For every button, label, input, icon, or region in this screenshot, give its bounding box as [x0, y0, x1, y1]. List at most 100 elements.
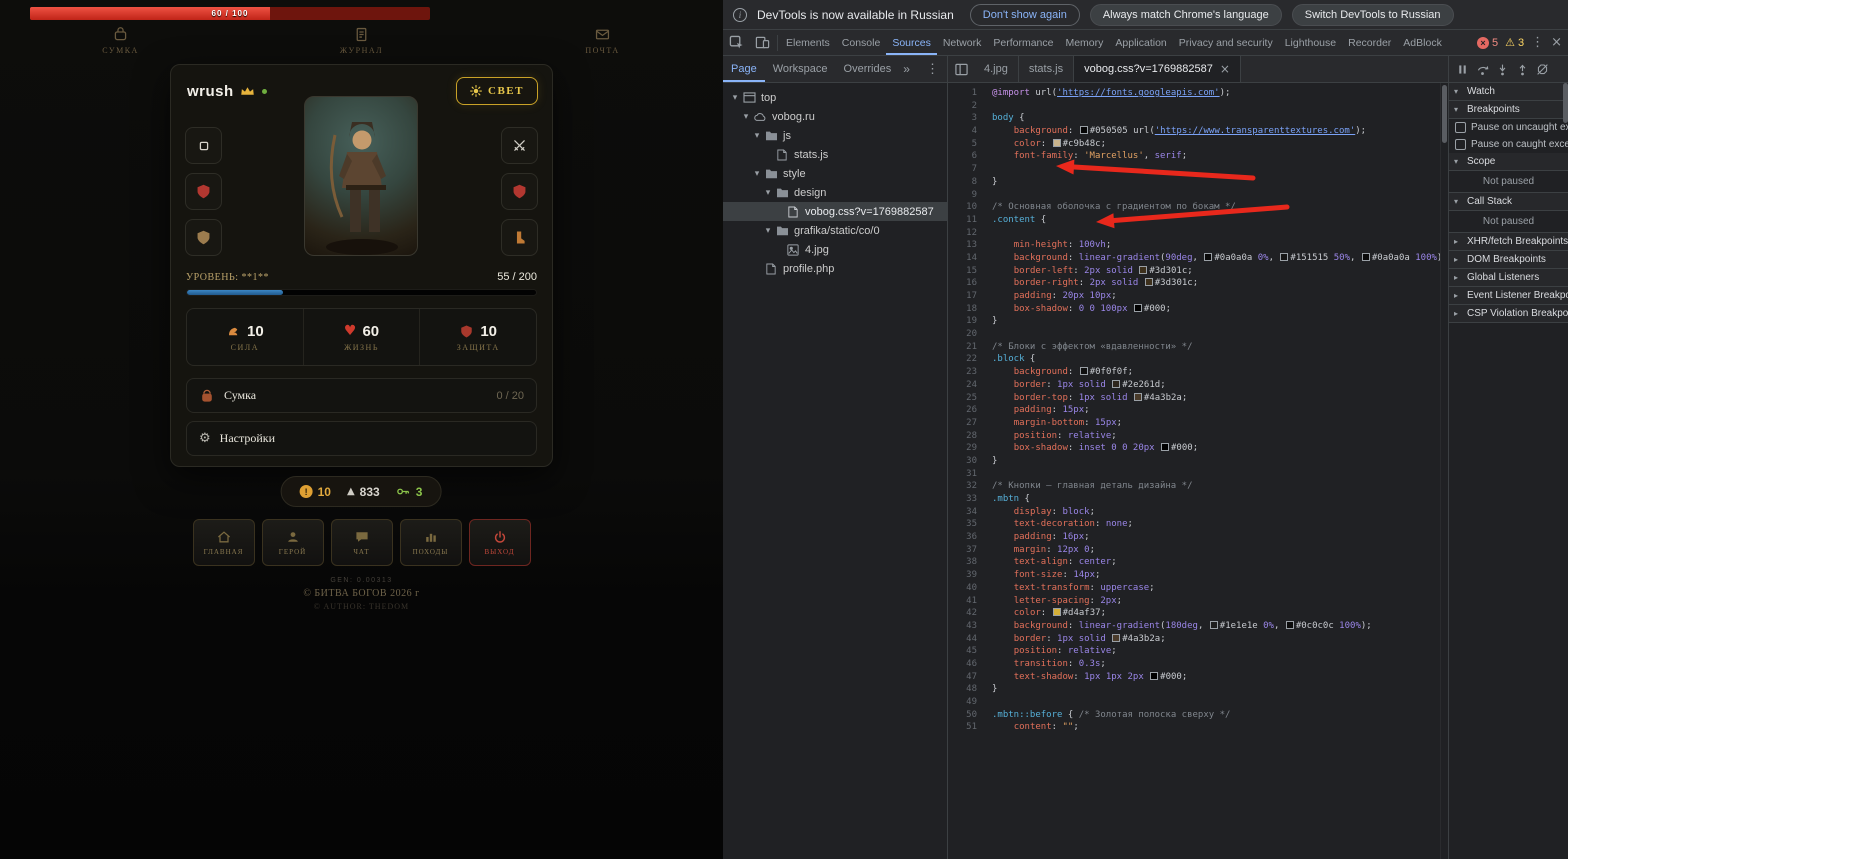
slot-armor[interactable] [501, 173, 538, 210]
theme-toggle-button[interactable]: СВЕТ [456, 77, 538, 105]
tab-lighthouse[interactable]: Lighthouse [1279, 30, 1342, 55]
online-status-dot [262, 89, 267, 94]
equipment-slots-right [501, 127, 538, 256]
tab-performance[interactable]: Performance [987, 30, 1059, 55]
tab-adblock[interactable]: AdBlock [1397, 30, 1448, 55]
tab-overrides[interactable]: Overrides [836, 56, 900, 82]
close-tab-icon[interactable]: × [1220, 62, 1230, 76]
file-tab-vobog-css[interactable]: vobog.css?v=1769882587 × [1074, 56, 1241, 82]
checkbox-icon[interactable] [1455, 122, 1466, 133]
step-into-button[interactable] [1496, 63, 1509, 76]
keys-resource[interactable]: 3 [396, 484, 423, 499]
match-language-button[interactable]: Always match Chrome's language [1090, 4, 1282, 26]
section-breakpoints[interactable]: ▾Breakpoints [1449, 101, 1568, 119]
editor-gutter[interactable]: 1234567891011121314151617181920212223242… [948, 83, 984, 859]
sidebar-scrollbar-thumb[interactable] [1563, 83, 1568, 123]
tree-item-domain[interactable]: ▾ vobog.ru [723, 107, 947, 126]
nav-hero-button[interactable]: ГЕРОЙ [262, 519, 324, 566]
file-tab-stats-js[interactable]: stats.js [1019, 56, 1074, 82]
editor-scrollbar[interactable] [1440, 83, 1448, 859]
tree-folder-design[interactable]: ▾ design [723, 183, 947, 202]
file-tab-4-jpg[interactable]: 4.jpg [974, 56, 1019, 82]
backpack-icon [199, 388, 215, 404]
chevron-down-icon: ▾ [751, 131, 763, 141]
tab-application[interactable]: Application [1109, 30, 1172, 55]
chevron-right-icon: ▸ [1454, 309, 1463, 318]
section-call-stack[interactable]: ▾Call Stack [1449, 193, 1568, 211]
tree-folder-js[interactable]: ▾ js [723, 126, 947, 145]
nav-exit-button[interactable]: ВЫХОД [469, 519, 531, 566]
more-tabs-button[interactable]: » [899, 62, 914, 76]
device-toolbar-button[interactable] [749, 30, 775, 55]
editor-file-tabs: 4.jpg stats.js vobog.css?v=1769882587 × [948, 56, 1448, 83]
slot-boots[interactable] [501, 219, 538, 256]
tree-file-4-jpg[interactable]: 4.jpg [723, 240, 947, 259]
tab-privacy[interactable]: Privacy and security [1173, 30, 1279, 55]
nav-mail[interactable]: ПОЧТА [482, 26, 723, 55]
tab-page[interactable]: Page [723, 56, 765, 82]
step-over-button[interactable] [1476, 63, 1489, 76]
nav-chat-button[interactable]: ЧАТ [331, 519, 393, 566]
tab-recorder[interactable]: Recorder [1342, 30, 1397, 55]
tab-workspace[interactable]: Workspace [765, 56, 836, 82]
section-xhr-breakpoints[interactable]: ▸XHR/fetch Breakpoints [1449, 233, 1568, 251]
slot-shield-red[interactable] [185, 173, 222, 210]
chevron-down-icon: ▾ [1454, 105, 1463, 114]
tree-file-stats-js[interactable]: stats.js [723, 145, 947, 164]
navigator-menu-button[interactable]: ⋮ [918, 61, 947, 77]
tab-console[interactable]: Console [836, 30, 887, 55]
level-progress-fill [187, 290, 283, 295]
devtools-close-button[interactable]: × [1551, 35, 1562, 50]
section-global-listeners[interactable]: ▸Global Listeners [1449, 269, 1568, 287]
nav-campaigns-button[interactable]: ПОХОДЫ [400, 519, 462, 566]
tab-memory[interactable]: Memory [1059, 30, 1109, 55]
nav-campaigns-label: ПОХОДЫ [413, 548, 449, 556]
section-event-listener-breakpoints[interactable]: ▸Event Listener Breakpoints [1449, 287, 1568, 305]
devtools-menu-button[interactable]: ⋮ [1531, 35, 1544, 50]
scrollbar-thumb[interactable] [1442, 85, 1447, 143]
document-icon [774, 149, 790, 161]
nav-journal[interactable]: ЖУРНАЛ [241, 26, 482, 55]
health-stat-value: 60 [362, 323, 379, 340]
pause-uncaught-checkbox[interactable]: Pause on uncaught exceptions [1449, 119, 1568, 136]
slot-shield-tan[interactable] [185, 219, 222, 256]
bag-row[interactable]: Сумка 0 / 20 [186, 378, 537, 413]
chat-icon [354, 529, 370, 545]
pause-caught-checkbox[interactable]: Pause on caught exceptions [1449, 136, 1568, 153]
nav-bag[interactable]: СУМКА [0, 26, 241, 55]
tab-elements[interactable]: Elements [780, 30, 836, 55]
settings-label: Настройки [220, 431, 275, 446]
rating-resource[interactable]: ▲ 833 [347, 485, 380, 499]
dont-show-again-button[interactable]: Don't show again [970, 4, 1080, 26]
pause-script-button[interactable] [1456, 63, 1469, 76]
step-out-button[interactable] [1516, 63, 1529, 76]
section-watch[interactable]: ▾Watch [1449, 83, 1568, 101]
editor-pane: 4.jpg stats.js vobog.css?v=1769882587 × … [948, 56, 1448, 859]
navigator-toggle-icon[interactable] [948, 56, 974, 82]
section-scope[interactable]: ▾Scope [1449, 153, 1568, 171]
tree-folder-style[interactable]: ▾ style [723, 164, 947, 183]
code-editor[interactable]: 1234567891011121314151617181920212223242… [948, 83, 1448, 859]
devtools-window: i DevTools is now available in Russian D… [723, 0, 1568, 859]
editor-code[interactable]: @import url('https://fonts.googleapis.co… [984, 83, 1440, 859]
slot-empty[interactable] [185, 127, 222, 164]
tree-file-profile-php[interactable]: profile.php [723, 259, 947, 278]
nav-home-button[interactable]: ГЛАВНАЯ [193, 519, 255, 566]
tree-item-top[interactable]: ▾ top [723, 88, 947, 107]
section-csp-breakpoints[interactable]: ▸CSP Violation Breakpoints [1449, 305, 1568, 323]
inspect-element-button[interactable] [723, 30, 749, 55]
deactivate-breakpoints-button[interactable] [1536, 63, 1549, 76]
error-count-badge[interactable]: ×5 [1477, 37, 1498, 49]
checkbox-icon[interactable] [1455, 139, 1466, 150]
tab-sources[interactable]: Sources [886, 30, 937, 55]
tab-network[interactable]: Network [937, 30, 988, 55]
settings-row[interactable]: ⚙ Настройки [186, 421, 537, 456]
chevron-down-icon: ▾ [740, 112, 752, 122]
warning-count-badge[interactable]: ⚠3 [1505, 36, 1524, 49]
switch-russian-button[interactable]: Switch DevTools to Russian [1292, 4, 1454, 26]
section-dom-breakpoints[interactable]: ▸DOM Breakpoints [1449, 251, 1568, 269]
slot-weapon[interactable] [501, 127, 538, 164]
info-resource[interactable]: ! 10 [300, 485, 331, 499]
tree-folder-grafika[interactable]: ▾ grafika/static/co/0 [723, 221, 947, 240]
tree-file-vobog-css[interactable]: vobog.css?v=1769882587 [723, 202, 947, 221]
